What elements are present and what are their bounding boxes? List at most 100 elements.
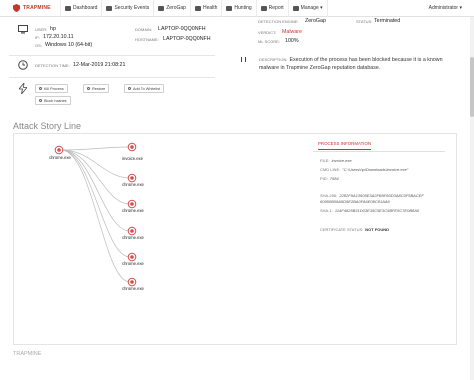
sha256-label: SHA-256:: [320, 193, 338, 198]
certificate-value: NOT FOUND: [365, 227, 390, 232]
button-label: Block hashes: [44, 98, 67, 103]
nav-label: Dashboard: [73, 5, 98, 11]
top-navbar: TRAPMINE Dashboard Security Events ZeroG…: [0, 0, 474, 17]
nav-report[interactable]: Report: [255, 0, 288, 17]
pid-value: 7584: [329, 176, 339, 181]
process-node-child[interactable]: [127, 173, 137, 183]
stop-icon: [39, 87, 42, 90]
nav-label: Health: [202, 5, 218, 11]
restore-icon: [87, 87, 90, 90]
cmd-label: CMD LINE:: [320, 167, 341, 172]
cloud-icon: [158, 5, 165, 11]
report-icon: [260, 5, 267, 11]
gear-icon: [292, 5, 299, 11]
hostname-value: LAPTOP-0QQ0NFH: [163, 36, 211, 42]
computer-icon: [18, 25, 28, 34]
os-label: OS:: [35, 43, 42, 48]
block-icon: [39, 99, 42, 102]
domain-value: LAPTOP-0QQ0NFH: [158, 26, 206, 32]
process-node-child[interactable]: [127, 277, 137, 287]
node-label: chrome.exe: [122, 261, 144, 266]
verdict-label: VERDICT:: [258, 30, 277, 35]
nav-zerogap[interactable]: ZeroGap: [153, 0, 190, 17]
file-label: FILE:: [320, 158, 330, 163]
status-value: Terminated: [374, 18, 401, 24]
engine-label: DETECTION ENGINE:: [258, 19, 299, 24]
tab-underline: [313, 151, 445, 152]
status-label: STATUS:: [356, 19, 373, 24]
nav-manage[interactable]: Manage ▾: [287, 0, 328, 17]
detection-time-label: DETECTION TIME:: [35, 63, 70, 68]
description: DESCRIPTION: Execution of the process has…: [259, 56, 459, 72]
os-value: Windows 10 (64-bit): [45, 42, 93, 48]
node-label-root: chrome.exe: [49, 155, 71, 160]
tab-process-information[interactable]: PROCESS INFORMATION: [318, 141, 372, 150]
sha1-label: SHA-1:: [320, 208, 333, 213]
certificate-label: CERTIFICATE STATUS:: [320, 227, 364, 232]
pid-label: PID:: [320, 176, 328, 181]
domain-label: DOMAIN:: [135, 27, 153, 32]
sha1-row: SHA-1: 114F4625B31D03E35C5E3C5BFE5C7E0B8A…: [320, 208, 419, 213]
block-hashes-button[interactable]: Block hashes: [35, 96, 71, 105]
bell-icon: [106, 5, 113, 11]
file-row: FILE: invoice.exe: [320, 158, 352, 163]
process-node-child[interactable]: [127, 252, 137, 262]
shield-logo-icon: [13, 4, 20, 12]
section-title: Attack Story Line: [13, 121, 82, 131]
button-label: Restore: [92, 86, 106, 91]
kill-process-button[interactable]: Kill Process: [35, 84, 68, 93]
process-node-child[interactable]: [127, 142, 137, 152]
description-label: DESCRIPTION:: [259, 57, 288, 62]
scrollbar-thumb[interactable]: [470, 57, 474, 117]
cmd-value: "C:\Users\hp\Downloads\invoice.exe": [342, 167, 409, 172]
pin-icon: [241, 57, 246, 62]
nav-dashboard[interactable]: Dashboard: [60, 0, 101, 17]
hostname-label: HOSTNAME:: [135, 37, 159, 42]
nav-label: Manage ▾: [300, 5, 323, 11]
ip-label: IP:: [35, 35, 40, 40]
check-icon: [128, 87, 131, 90]
brand-logo[interactable]: TRAPMINE: [0, 4, 60, 12]
sha256-row: SHA-256: 2282F9A13605E3A2FB9F60D3A8C0F5BA…: [320, 193, 445, 205]
user-value: hp: [50, 26, 56, 32]
nav-hunting[interactable]: Hunting: [221, 0, 255, 17]
add-to-whitelist-button[interactable]: Add To Whitelist: [124, 84, 165, 93]
process-tree: [54, 142, 137, 287]
node-label: chrome.exe: [122, 286, 144, 291]
process-node-child[interactable]: [127, 199, 137, 209]
node-label: invoice.exe: [122, 156, 143, 161]
nav-label: Hunting: [234, 5, 252, 11]
nav-label: ZeroGap: [166, 5, 186, 11]
user-label: USER:: [35, 27, 48, 32]
engine-value: ZeroGap: [305, 18, 326, 24]
ip-value: 172.20.10.11: [43, 34, 74, 40]
detection-time-value: 12-Mar-2019 21:08:21: [73, 62, 126, 68]
nav-label: Report: [268, 5, 284, 11]
certificate-row: CERTIFICATE STATUS: NOT FOUND: [320, 227, 389, 232]
pid-row: PID: 7584: [320, 176, 339, 181]
dashboard-icon: [65, 5, 71, 11]
restore-button[interactable]: Restore: [83, 84, 110, 93]
divider: [9, 77, 215, 78]
file-value: invoice.exe: [331, 158, 352, 163]
node-label: chrome.exe: [122, 235, 144, 240]
clock-icon: [18, 60, 28, 70]
ml-score-label: ML SCORE:: [258, 39, 280, 44]
scrollbar[interactable]: [470, 17, 474, 380]
nav-health[interactable]: Health: [189, 0, 221, 17]
button-label: Add To Whitelist: [133, 86, 161, 91]
user-menu[interactable]: Administrator ▾: [429, 5, 462, 11]
nav-security-events[interactable]: Security Events: [101, 0, 153, 17]
nav-label: Security Events: [114, 5, 150, 11]
node-label: chrome.exe: [122, 182, 144, 187]
crosshair-icon: [226, 5, 233, 11]
process-node-root[interactable]: [54, 145, 64, 155]
node-label: chrome.exe: [122, 208, 144, 213]
tree-edges: [60, 146, 131, 283]
heart-icon: [194, 5, 201, 11]
divider: [9, 55, 215, 56]
brand-name: TRAPMINE: [23, 5, 51, 11]
process-node-child[interactable]: [127, 226, 137, 236]
cmd-row: CMD LINE: "C:\Users\hp\Downloads\invoice.…: [320, 167, 408, 172]
verdict-value: Malware: [282, 29, 303, 35]
